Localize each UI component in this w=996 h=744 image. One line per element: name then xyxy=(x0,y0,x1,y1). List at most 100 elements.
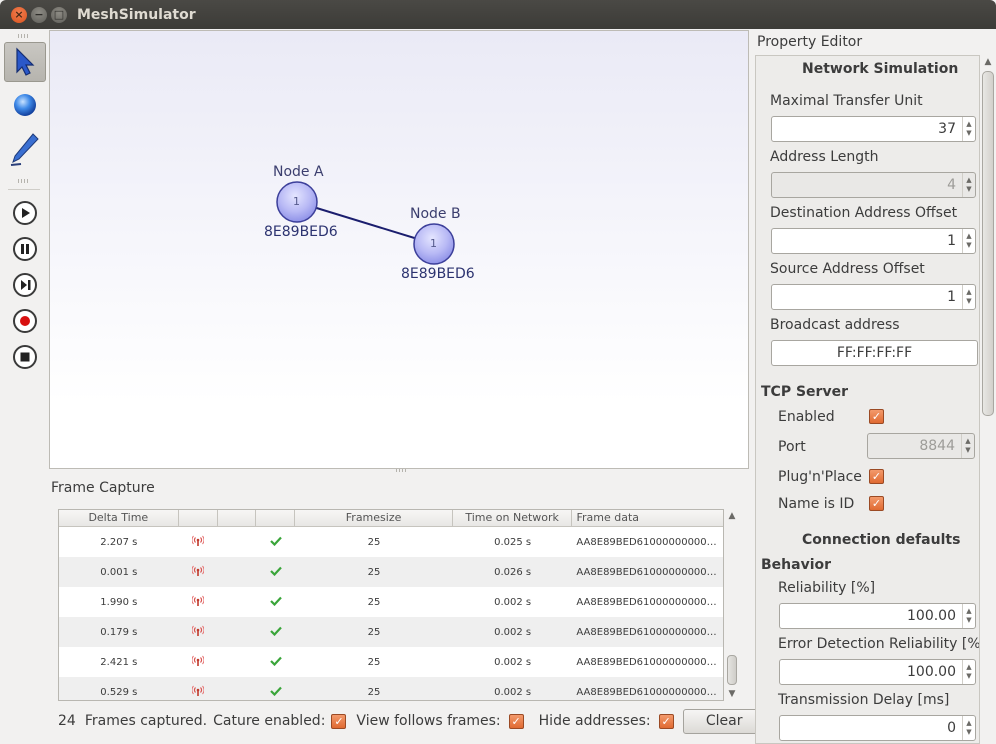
hide-addresses-checkbox[interactable]: ✓ xyxy=(658,713,674,729)
spin-down-icon[interactable]: ▼ xyxy=(966,728,971,737)
source-offset-value[interactable]: 1 xyxy=(772,285,962,309)
error-detection-spinbox[interactable]: 100.00 ▲ ▼ xyxy=(779,659,976,685)
table-body: 2.207 s 25 0.025 s AA8E89BED610000000000000… xyxy=(59,527,723,700)
stop-button[interactable] xyxy=(4,337,46,377)
broadcast-address-label: Broadcast address xyxy=(770,317,900,333)
name-is-id-checkbox[interactable]: ✓ xyxy=(869,496,884,511)
spin-up-icon[interactable]: ▲ xyxy=(966,288,971,297)
framesize-cell: 25 xyxy=(367,566,381,578)
table-row[interactable]: 0.001 s 25 0.026 s AA8E89BED610000000000000… xyxy=(59,557,723,587)
draw-link-tool[interactable] xyxy=(4,129,46,169)
step-button[interactable] xyxy=(4,265,46,305)
simulation-canvas[interactable]: Node A 1 8E89BED6 Node B 1 8E89BED6 xyxy=(49,30,749,469)
scroll-down-arrow-icon[interactable]: ▼ xyxy=(725,687,739,701)
property-editor-scrollbar[interactable]: ▲ xyxy=(981,55,995,744)
spin-up-icon[interactable]: ▲ xyxy=(966,607,971,616)
scroll-up-arrow-icon[interactable]: ▲ xyxy=(981,55,995,69)
spin-down-icon[interactable]: ▼ xyxy=(966,297,971,306)
tcp-enabled-checkbox[interactable]: ✓ xyxy=(869,409,884,424)
spin-down-icon[interactable]: ▼ xyxy=(966,241,971,250)
node-a-label: Node A xyxy=(273,164,324,180)
frame-table[interactable]: Delta Time Framesize Time on Network Fra… xyxy=(58,509,724,701)
minimize-window-button[interactable]: − xyxy=(31,6,47,23)
source-offset-spinbox[interactable]: 1 ▲ ▼ xyxy=(771,284,976,310)
left-toolbar xyxy=(0,29,48,744)
table-row[interactable]: 2.207 s 25 0.025 s AA8E89BED610000000000000… xyxy=(59,527,723,557)
transmission-delay-value[interactable]: 0 xyxy=(780,716,962,740)
table-row[interactable]: 1.990 s 25 0.002 s AA8E89BED610000000000000… xyxy=(59,587,723,617)
scrollbar-thumb[interactable] xyxy=(727,655,737,685)
frame-data-cell: AA8E89BED61000000000000000000... xyxy=(576,596,723,608)
signal-icon xyxy=(179,535,218,549)
record-button[interactable] xyxy=(4,301,46,341)
port-spinbox: 8844 ▲ ▼ xyxy=(867,433,975,459)
column-header-signal[interactable] xyxy=(179,510,218,527)
spin-up-icon[interactable]: ▲ xyxy=(966,719,971,728)
view-follows-label: View follows frames: xyxy=(356,713,501,729)
checkmark-icon xyxy=(256,536,295,549)
add-node-tool[interactable] xyxy=(4,85,46,125)
capture-status-bar: 24 Frames captured. Cature enabled: ✓ Vi… xyxy=(58,708,766,734)
spin-up-icon: ▲ xyxy=(966,176,972,184)
delta-time-cell: 1.990 s xyxy=(100,596,138,608)
destination-offset-spinbox[interactable]: 1 ▲ ▼ xyxy=(771,228,976,254)
scroll-up-arrow-icon[interactable]: ▲ xyxy=(725,509,739,523)
table-row[interactable]: 2.421 s 25 0.002 s AA8E89BED610000000000000… xyxy=(59,647,723,677)
framesize-cell: 25 xyxy=(367,686,381,698)
view-follows-checkbox[interactable]: ✓ xyxy=(508,713,524,729)
capture-enabled-label: Cature enabled: xyxy=(213,713,326,729)
column-header-time-on-network[interactable]: Time on Network xyxy=(453,510,573,527)
close-window-button[interactable]: × xyxy=(11,6,27,23)
toolbar-grip[interactable] xyxy=(18,34,30,38)
spin-up-icon[interactable]: ▲ xyxy=(966,120,971,129)
table-row[interactable]: 0.529 s 25 0.002 s AA8E89BED610000000000000… xyxy=(59,677,723,700)
error-detection-value[interactable]: 100.00 xyxy=(780,660,962,684)
capture-enabled-checkbox[interactable]: ✓ xyxy=(331,713,347,729)
step-forward-icon xyxy=(13,273,37,297)
checkmark-icon xyxy=(256,686,295,699)
column-header-status[interactable] xyxy=(256,510,296,527)
pause-icon xyxy=(13,237,37,261)
delta-time-cell: 0.529 s xyxy=(100,686,138,698)
frame-count: 24 xyxy=(58,713,76,729)
spin-down-icon[interactable]: ▼ xyxy=(966,129,971,138)
table-header: Delta Time Framesize Time on Network Fra… xyxy=(59,510,723,527)
reliability-value[interactable]: 100.00 xyxy=(780,604,962,628)
node-b-badge: 1 xyxy=(430,237,437,250)
pause-button[interactable] xyxy=(4,229,46,269)
spin-up-icon[interactable]: ▲ xyxy=(966,232,971,241)
select-tool[interactable] xyxy=(4,42,46,82)
frame-data-cell: AA8E89BED61000000000000000000... xyxy=(576,536,723,548)
spin-down-icon[interactable]: ▼ xyxy=(966,616,971,625)
horizontal-splitter[interactable] xyxy=(396,469,406,472)
spin-down-icon[interactable]: ▼ xyxy=(966,672,971,681)
broadcast-address-field[interactable]: FF:FF:FF:FF xyxy=(771,340,978,366)
transmission-delay-spinbox[interactable]: 0 ▲ ▼ xyxy=(779,715,976,741)
plug-n-place-checkbox[interactable]: ✓ xyxy=(869,469,884,484)
mtu-spinbox[interactable]: 37 ▲ ▼ xyxy=(771,116,976,142)
time-on-network-cell: 0.026 s xyxy=(494,566,532,578)
arrow-pointer-icon xyxy=(16,47,35,76)
clear-button[interactable]: Clear xyxy=(682,708,766,734)
port-label: Port xyxy=(778,439,806,455)
spin-down-icon: ▼ xyxy=(966,185,972,193)
network-simulation-section: Network Simulation xyxy=(802,61,959,77)
column-header-frame-data[interactable]: Frame data xyxy=(572,510,723,527)
behavior-section: Behavior xyxy=(761,557,832,573)
checkmark-icon xyxy=(256,626,295,639)
mtu-value[interactable]: 37 xyxy=(772,117,962,141)
reliability-spinbox[interactable]: 100.00 ▲ ▼ xyxy=(779,603,976,629)
column-header-delta-time[interactable]: Delta Time xyxy=(59,510,179,527)
frame-table-scrollbar[interactable]: ▲ ▼ xyxy=(725,509,739,701)
column-header-framesize[interactable]: Framesize xyxy=(295,510,453,527)
toolbar-grip[interactable] xyxy=(18,179,30,183)
time-on-network-cell: 0.025 s xyxy=(494,536,532,548)
destination-offset-value[interactable]: 1 xyxy=(772,229,962,253)
address-length-label: Address Length xyxy=(770,149,879,165)
play-button[interactable] xyxy=(4,193,46,233)
column-header-blank[interactable] xyxy=(218,510,257,527)
maximize-window-button[interactable]: □ xyxy=(51,6,67,23)
spin-up-icon[interactable]: ▲ xyxy=(966,663,971,672)
table-row[interactable]: 0.179 s 25 0.002 s AA8E89BED610000000000000… xyxy=(59,617,723,647)
scrollbar-thumb[interactable] xyxy=(982,71,994,416)
